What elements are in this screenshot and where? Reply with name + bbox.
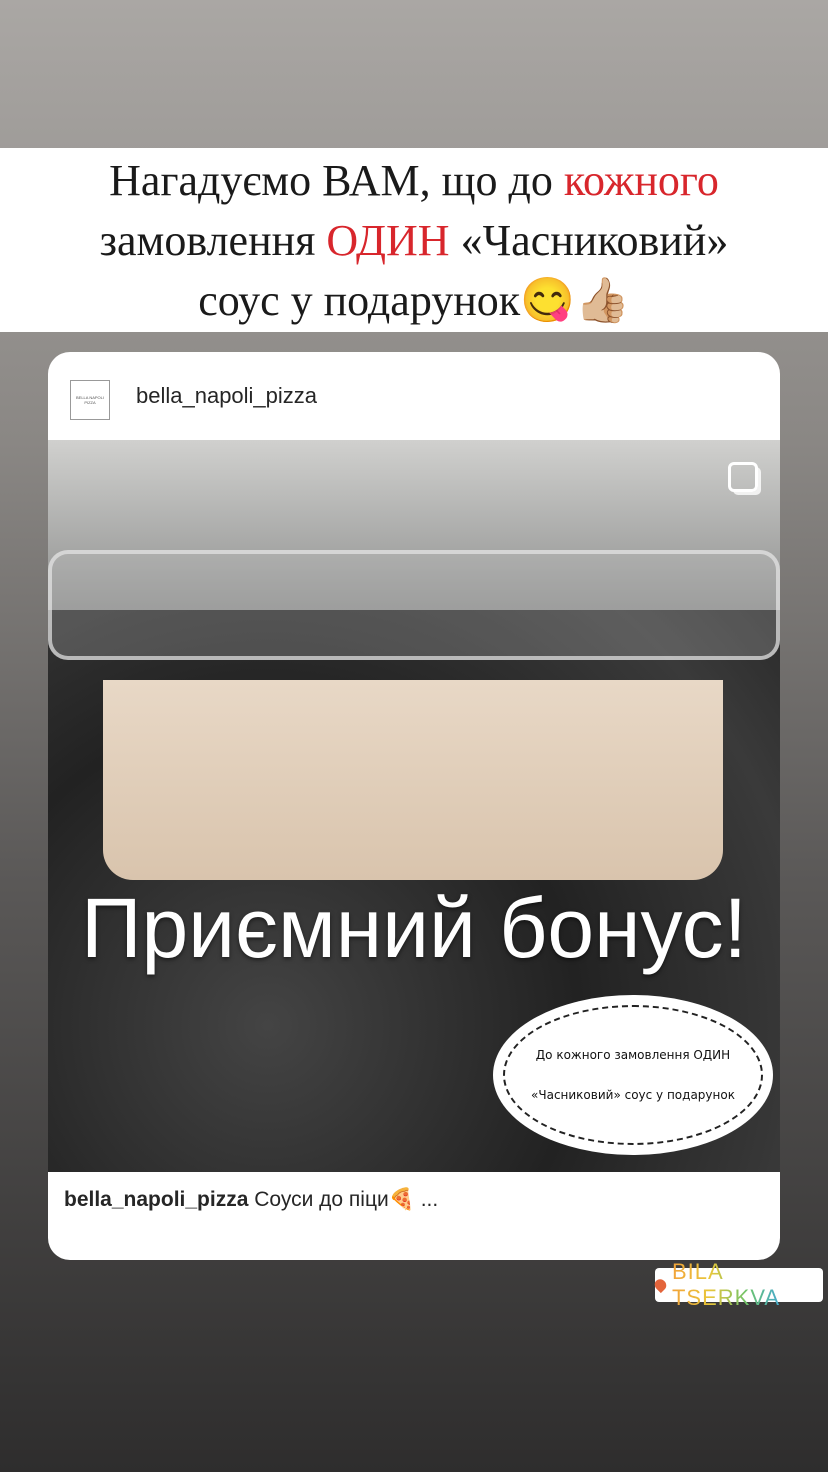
banner-highlight: кожного [563,156,719,205]
location-sticker[interactable]: BILA TSERKVA [652,1259,823,1310]
avatar[interactable]: BELLA NAPOLI PIZZA [70,380,110,420]
carousel-icon [728,462,758,492]
banner-text: замовлення [99,216,327,265]
banner-text: «Часниковий» [449,216,729,265]
banner-highlight: ОДИН [326,216,450,265]
post-username[interactable]: bella_napoli_pizza [136,383,317,409]
location-label: BILA TSERKVA [672,1259,823,1311]
cloud-text: До кожного замовлення ОДИН [535,1048,731,1062]
post-header: BELLA NAPOLI PIZZA bella_napoli_pizza [48,352,780,440]
story-text-banner: Нагадуємо ВАМ, що до кожного замовлення … [0,148,828,332]
image-title: Приємний бонус! [81,881,747,975]
container-lid [48,550,780,660]
sauce-container [103,680,723,880]
caption-text: Соуси до піци🍕 ... [248,1188,439,1211]
post-caption: bella_napoli_pizza Соуси до піци🍕 ... [64,1188,438,1212]
post-image[interactable]: Приємний бонус! До кожного замовлення ОД… [48,440,780,1172]
location-pin-icon [652,1276,669,1294]
logo-text: BELLA NAPOLI PIZZA [75,395,104,405]
cloud-text: «Часниковий» соус у подарунок [531,1088,735,1102]
shared-post-card[interactable]: BELLA NAPOLI PIZZA bella_napoli_pizza Пр… [48,352,780,1260]
banner-text: Нагадуємо ВАМ, що до [109,156,564,205]
speech-cloud: До кожного замовлення ОДИН «Часниковий» … [493,995,773,1155]
caption-username[interactable]: bella_napoli_pizza [64,1188,248,1211]
banner-text: соус у подарунок😋👍🏼 [198,276,630,325]
